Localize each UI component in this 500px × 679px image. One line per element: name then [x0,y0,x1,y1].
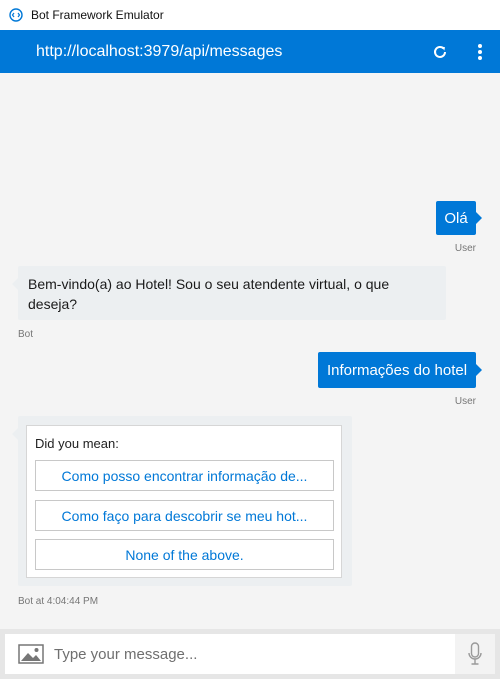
composer-box [5,634,495,674]
bot-message-text: Bem-vindo(a) ao Hotel! Sou o seu atenden… [28,276,390,292]
window-title: Bot Framework Emulator [31,8,164,22]
none-of-the-above-button[interactable]: None of the above. [35,539,334,570]
message-sender-label: Bot [18,329,34,340]
user-message-bubble: Olá [436,201,482,235]
chat-history[interactable]: Olá User Bem-vindo(a) ao Hotel! Sou o se… [0,73,500,629]
message-input[interactable] [50,635,455,673]
refresh-icon[interactable] [428,40,452,64]
suggestion-option-button[interactable]: Como faço para descobrir se meu hot... [35,500,334,531]
user-message-bubble: Informações do hotel [318,352,482,388]
suggestion-card: Did you mean: Como posso encontrar infor… [26,425,342,578]
window-titlebar: Bot Framework Emulator [0,0,500,30]
bot-message-bubble: Bem-vindo(a) ao Hotel! Sou o seu atenden… [12,266,446,320]
message-sender-label: User [454,396,476,407]
more-vertical-icon[interactable] [470,40,490,64]
suggestion-card-message: Did you mean: Como posso encontrar infor… [12,416,352,586]
microphone-icon[interactable] [455,634,495,674]
composer-bar [0,629,500,679]
image-upload-icon[interactable] [12,634,50,674]
suggestion-option-button[interactable]: Como posso encontrar informação de... [35,460,334,491]
user-message-text: Informações do hotel [326,361,468,379]
bot-message-text: deseja? [28,296,78,312]
endpoint-url[interactable]: http://localhost:3979/api/messages [36,43,428,61]
message-timestamp-label: Bot at 4:04:44 PM [18,596,99,607]
user-message-text: Olá [444,209,468,227]
bot-emulator-icon [8,7,24,23]
url-bar: http://localhost:3979/api/messages [0,30,500,73]
card-prompt: Did you mean: [35,436,119,451]
message-sender-label: User [454,243,476,254]
